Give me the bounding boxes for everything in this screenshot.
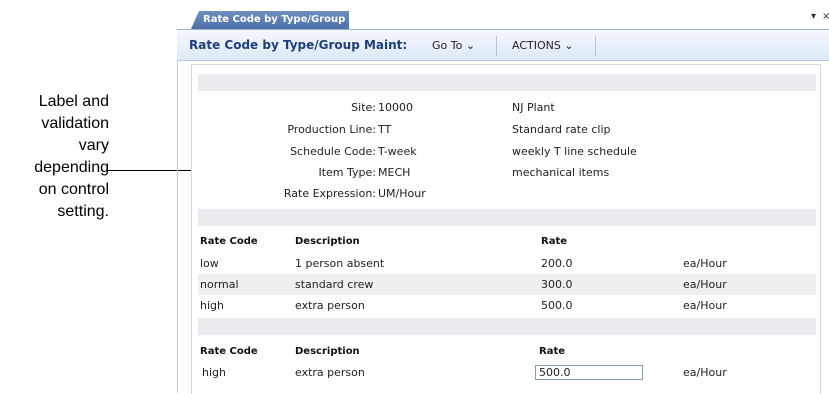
schedule-code-value: T-week (378, 145, 417, 158)
grid-header-description: Description (295, 236, 360, 247)
close-icon[interactable]: × (822, 11, 829, 22)
detail-band (198, 318, 816, 335)
item-type-value: MECH (378, 166, 411, 179)
row-rate-code: normal (200, 278, 239, 291)
actions-menu-button[interactable]: ACTIONS ⌄ (512, 39, 574, 52)
table-row[interactable]: low 1 person absent 200.0 ea/Hour (198, 253, 816, 274)
row-rate-code: high (200, 299, 224, 312)
row-unit: ea/Hour (683, 299, 727, 312)
grid-header-rate: Rate (541, 236, 568, 247)
detail-rate-code: high (202, 366, 226, 379)
schedule-code-label: Schedule Code: (290, 145, 376, 158)
detail-header-rate: Rate (539, 346, 566, 357)
row-rate: 300.0 (541, 278, 573, 291)
table-row[interactable]: normal standard crew 300.0 ea/Hour (198, 274, 816, 295)
schedule-code-description: weekly T line schedule (512, 145, 637, 158)
tab-strip: Rate Code by Type/Group M... ▾ × (177, 0, 829, 30)
site-description: NJ Plant (512, 101, 555, 114)
window-menu-icon[interactable]: ▾ (811, 11, 816, 22)
tab-rate-code-maint[interactable]: Rate Code by Type/Group M... (191, 11, 349, 29)
row-unit: ea/Hour (683, 278, 727, 291)
header-band (198, 74, 816, 91)
production-line-value: TT (378, 123, 392, 136)
page-title: Rate Code by Type/Group Maint: (189, 38, 408, 52)
content-panel: Site: 10000 NJ Plant Production Line: TT… (191, 64, 821, 394)
callout-line-4: depending (34, 159, 109, 176)
toolbar: Rate Code by Type/Group Maint: Go To ⌄ A… (177, 30, 829, 61)
toolbar-divider (496, 36, 497, 56)
callout-line-1: Label and (38, 93, 109, 110)
detail-header-rate-code: Rate Code (200, 346, 258, 357)
table-row[interactable]: high extra person 500.0 ea/Hour (198, 295, 816, 316)
row-rate: 200.0 (541, 257, 573, 270)
goto-menu-button[interactable]: Go To ⌄ (432, 39, 475, 52)
item-type-description: mechanical items (512, 166, 610, 179)
callout-line-6: setting. (57, 203, 109, 220)
callout-line-3: vary (78, 137, 109, 154)
grid-header-rate-code: Rate Code (200, 236, 258, 247)
site-value: 10000 (378, 101, 413, 114)
grid-band (198, 209, 816, 226)
row-rate-code: low (200, 257, 219, 270)
item-type-label: Item Type: (318, 166, 376, 179)
row-unit: ea/Hour (683, 257, 727, 270)
maintenance-window: Rate Code by Type/Group M... ▾ × Rate Co… (177, 0, 829, 394)
detail-header-description: Description (295, 346, 360, 357)
toolbar-divider (595, 36, 596, 56)
detail-row: high extra person ea/Hour (198, 362, 816, 383)
detail-description: extra person (295, 366, 365, 379)
production-line-label: Production Line: (287, 123, 376, 136)
production-line-description: Standard rate clip (512, 123, 611, 136)
rate-input[interactable] (535, 365, 643, 380)
detail-unit: ea/Hour (683, 366, 727, 379)
callout-annotation: Label and validation vary depending on c… (0, 91, 109, 223)
row-description: standard crew (295, 278, 374, 291)
rate-expression-label: Rate Expression: (283, 187, 376, 200)
callout-line-2: validation (41, 115, 109, 132)
row-description: extra person (295, 299, 365, 312)
rate-expression-value: UM/Hour (378, 187, 426, 200)
row-description: 1 person absent (295, 257, 385, 270)
callout-line-5: on control (38, 181, 109, 198)
row-rate: 500.0 (541, 299, 573, 312)
site-label: Site: (351, 101, 376, 114)
